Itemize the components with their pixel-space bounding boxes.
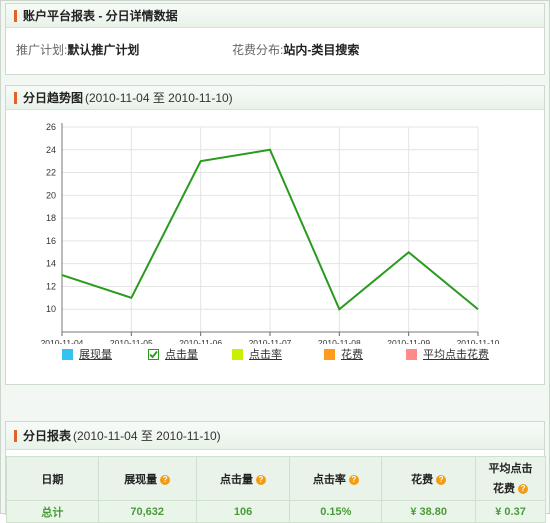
accent-bar (14, 429, 17, 442)
y-tick-label: 16 (46, 236, 56, 246)
checkbox-checked-icon[interactable] (148, 348, 159, 360)
trend-panel-title: 分日趋势图 (23, 91, 84, 105)
plan-group: 推广计划: 默认推广计划 (16, 41, 139, 58)
legend-swatch[interactable] (406, 348, 417, 360)
y-tick-label: 22 (46, 168, 56, 178)
trend-date-range: (2010-11-04 至 2010-11-10) (85, 91, 233, 105)
detail-panel: 账户平台报表 - 分日详情数据 推广计划: 默认推广计划 花费分布: 站内-类目… (5, 3, 545, 75)
daily-report-range: (2010-11-04 至 2010-11-10) (73, 429, 221, 443)
distribution-label: 花费分布: (232, 42, 284, 57)
detail-panel-title: 账户平台报表 - 分日详情数据 (23, 9, 178, 23)
legend-label[interactable]: 点击率 (249, 346, 282, 362)
total-label: 总计 (6, 500, 99, 523)
daily-report-panel: 分日报表 (2010-11-04 至 2010-11-10) 日期 展现量? 点… (5, 421, 546, 523)
y-tick-label: 20 (46, 190, 56, 200)
distribution-group: 花费分布: 站内-类目搜索 (232, 41, 359, 58)
legend-label[interactable]: 展现量 (79, 346, 112, 362)
daily-report-table: 日期 展现量? 点击量? 点击率? 花费? 平均点击 花费? 总计 70,632 … (6, 456, 546, 523)
trend-panel: 分日趋势图 (2010-11-04 至 2010-11-10) 10 12 14 16… (5, 85, 545, 385)
y-tick-label: 14 (46, 259, 56, 269)
col-avg-cpc[interactable]: 平均点击 花费? (475, 456, 546, 501)
table-row: 总计 70,632 106 0.15% ¥ 38.80 ¥ 0.37 (6, 500, 546, 523)
daily-report-header: 分日报表 (2010-11-04 至 2010-11-10) (6, 422, 544, 450)
legend-label[interactable]: 花费 (341, 346, 363, 362)
legend-swatch[interactable] (232, 348, 243, 360)
x-tick-label: 2010-11-07 (249, 338, 292, 344)
x-tick-label: 2010-11-04 (41, 338, 84, 344)
help-icon[interactable]: ? (348, 474, 359, 485)
legend-item[interactable]: 花费 (324, 346, 363, 362)
distribution-value: 站内-类目搜索 (283, 42, 360, 57)
help-icon[interactable]: ? (256, 474, 266, 485)
y-tick-label: 10 (46, 304, 56, 314)
x-tick-label: 2010-11-05 (110, 338, 153, 344)
y-tick-label: 12 (46, 281, 56, 291)
x-tick-label: 2010-11-10 (457, 338, 500, 344)
trend-panel-header: 分日趋势图 (2010-11-04 至 2010-11-10) (6, 86, 544, 110)
plan-info-row: 推广计划: 默认推广计划 花费分布: 站内-类目搜索 (6, 28, 544, 70)
col-impressions[interactable]: 展现量? (97, 456, 197, 501)
help-icon[interactable]: ? (160, 474, 171, 485)
legend-item[interactable]: 展现量 (62, 346, 112, 362)
legend-label[interactable]: 点击量 (165, 346, 198, 362)
col-ctr[interactable]: 点击率? (289, 456, 383, 501)
help-icon[interactable]: ? (518, 483, 529, 494)
col-clicks[interactable]: 点击量? (195, 456, 291, 501)
trend-chart: 10 12 14 16 18 20 22 24 26 2010-11-04 2010-11-05 20… (41, 122, 500, 344)
total-cost: ¥ 38.80 (381, 500, 477, 523)
legend-item[interactable]: 点击量 (148, 346, 198, 362)
col-cost[interactable]: 花费? (381, 456, 477, 501)
total-impressions: 70,632 (97, 500, 197, 523)
table-header-row: 日期 展现量? 点击量? 点击率? 花费? 平均点击 花费? (6, 456, 546, 501)
legend-item[interactable]: 点击率 (232, 346, 282, 362)
legend-label[interactable]: 平均点击花费 (423, 346, 489, 362)
legend-item[interactable]: 平均点击花费 (406, 346, 489, 362)
accent-bar (14, 91, 17, 104)
accent-bar (14, 9, 17, 22)
total-ctr: 0.15% (289, 500, 383, 523)
plan-label: 推广计划: (16, 42, 68, 57)
x-tick-label: 2010-11-06 (179, 338, 222, 344)
plan-value: 默认推广计划 (67, 42, 140, 57)
x-tick-label: 2010-11-08 (318, 338, 361, 344)
report-frame: 账户平台报表 - 分日详情数据 推广计划: 默认推广计划 花费分布: 站内-类目… (0, 0, 550, 523)
total-avg-cpc: ¥ 0.37 (475, 500, 546, 523)
legend-swatch[interactable] (324, 348, 335, 360)
x-tick-label: 2010-11-09 (387, 338, 430, 344)
y-tick-label: 24 (46, 145, 56, 155)
detail-panel-header: 账户平台报表 - 分日详情数据 (6, 4, 544, 28)
daily-report-title: 分日报表 (23, 429, 72, 443)
y-tick-label: 18 (46, 213, 56, 223)
col-date: 日期 (6, 456, 99, 501)
y-tick-label: 26 (46, 122, 56, 132)
help-icon[interactable]: ? (436, 474, 447, 485)
total-clicks: 106 (195, 500, 291, 523)
legend-swatch[interactable] (62, 348, 73, 360)
